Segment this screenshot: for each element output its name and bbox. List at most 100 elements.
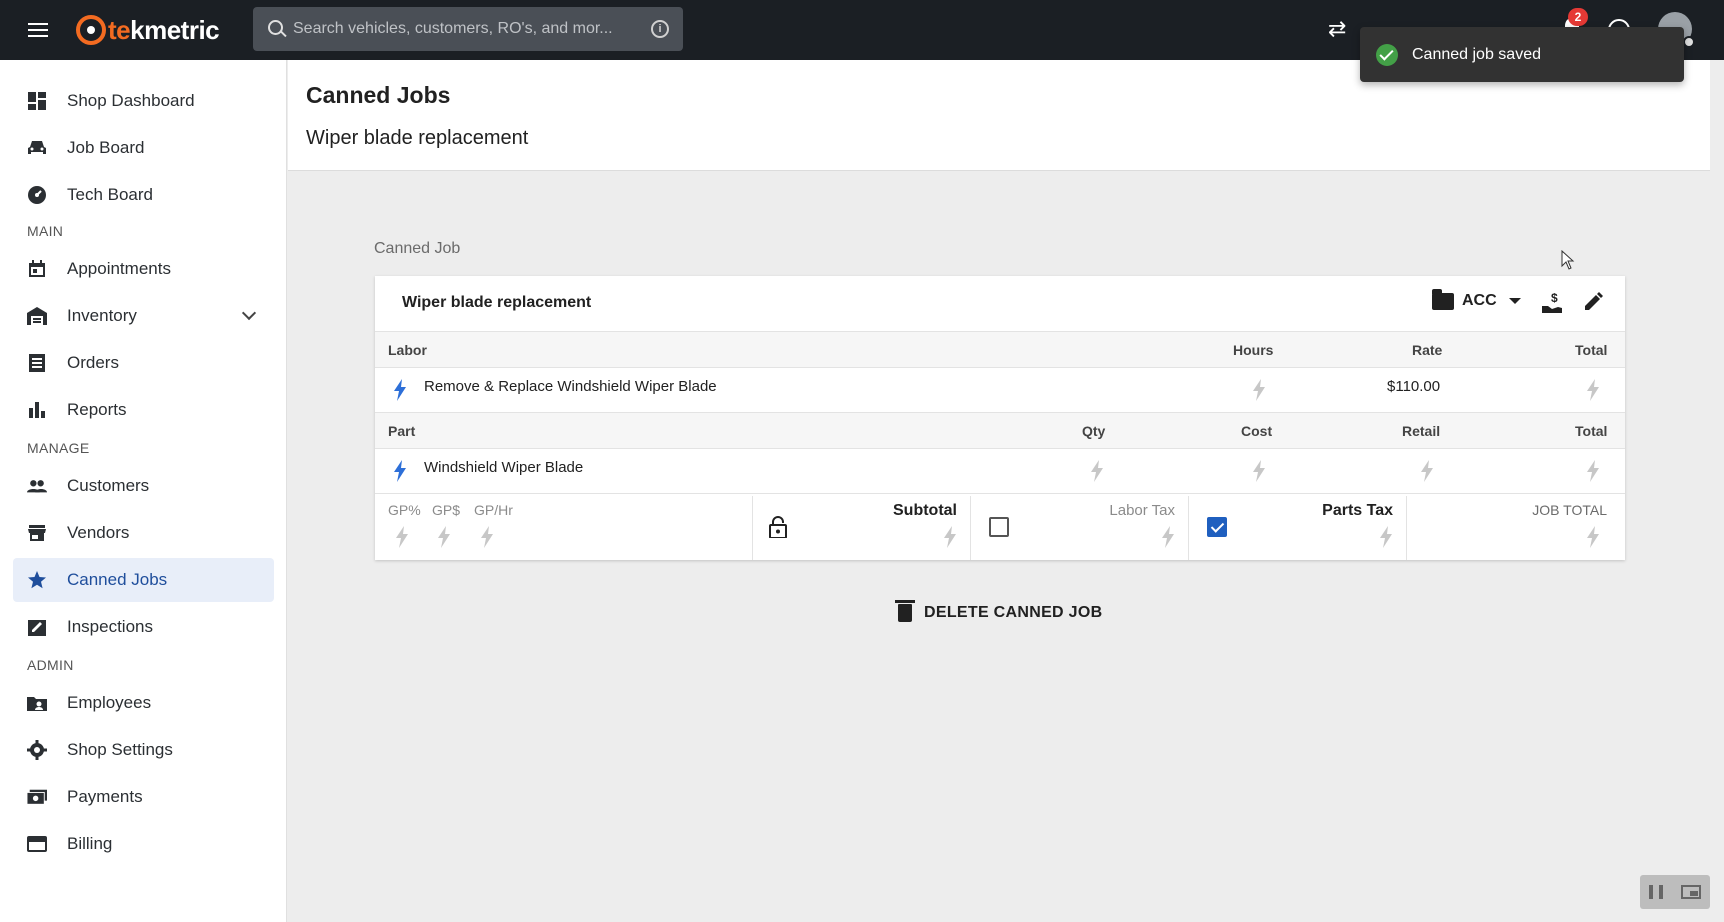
cost-column-header: Cost bbox=[1241, 423, 1273, 439]
star-icon bbox=[27, 570, 47, 590]
qty-lightning-icon bbox=[1090, 460, 1104, 482]
sidebar-item-label: Customers bbox=[67, 476, 150, 495]
sidebar-item-label: Inspections bbox=[67, 617, 153, 636]
retail-column-header: Retail bbox=[1402, 423, 1441, 439]
sidebar: Shop Dashboard Job Board Tech Board MAIN… bbox=[0, 60, 287, 922]
pricing-icon[interactable]: $ bbox=[1542, 291, 1562, 319]
sidebar-item-reports[interactable]: Reports bbox=[13, 388, 274, 432]
sidebar-item-orders[interactable]: Orders bbox=[13, 341, 274, 385]
info-icon[interactable]: i bbox=[651, 20, 669, 38]
page-subtitle: Wiper blade replacement bbox=[306, 127, 529, 149]
gp-hour-lightning-icon bbox=[480, 526, 494, 548]
section-label-manage: MANAGE bbox=[27, 440, 90, 456]
hours-column-header: Hours bbox=[1233, 342, 1274, 358]
sidebar-item-appointments[interactable]: Appointments bbox=[13, 247, 274, 291]
category-dropdown[interactable]: ACC bbox=[1432, 288, 1521, 310]
trash-icon bbox=[895, 600, 915, 622]
picture-in-picture-icon[interactable] bbox=[1681, 885, 1701, 899]
check-circle-icon bbox=[1376, 43, 1398, 66]
labor-tax-label: Labor Tax bbox=[1109, 502, 1175, 519]
labor-tax-checkbox[interactable] bbox=[989, 517, 1009, 537]
sidebar-item-shop-dashboard[interactable]: Shop Dashboard bbox=[13, 79, 274, 123]
pause-icon[interactable] bbox=[1649, 885, 1663, 899]
labor-header-row: Labor Hours Rate Total bbox=[375, 332, 1625, 368]
parts-tax-checkbox[interactable] bbox=[1207, 517, 1227, 537]
section-label-admin: ADMIN bbox=[27, 657, 74, 673]
labor-rate: $110.00 bbox=[1387, 378, 1441, 395]
part-row[interactable]: Windshield Wiper Blade bbox=[375, 449, 1625, 494]
labor-row[interactable]: Remove & Replace Windshield Wiper Blade … bbox=[375, 368, 1625, 413]
totals-row: GP% GP$ GP/Hr Subtotal Labor Tax Parts T… bbox=[375, 496, 1625, 560]
sidebar-item-label: Canned Jobs bbox=[67, 570, 168, 589]
tekmetric-logo[interactable]: tekmetric bbox=[76, 12, 220, 48]
labor-column-header: Labor bbox=[388, 342, 427, 358]
sidebar-item-label: Shop Dashboard bbox=[67, 91, 195, 110]
search-bar: i bbox=[253, 7, 683, 51]
gp-percent-lightning-icon bbox=[395, 526, 409, 548]
part-header-row: Part Qty Cost Retail Total bbox=[375, 413, 1625, 449]
delete-canned-job-button[interactable]: DELETE CANNED JOB bbox=[895, 600, 1102, 622]
sidebar-item-payments[interactable]: Payments bbox=[13, 775, 274, 819]
menu-icon[interactable] bbox=[24, 19, 52, 41]
labor-total-lightning-icon bbox=[1586, 379, 1600, 401]
bar-chart-icon bbox=[27, 400, 47, 420]
part-total-column-header: Total bbox=[1575, 423, 1608, 439]
sidebar-item-label: Inventory bbox=[67, 306, 137, 325]
job-total-cell: JOB TOTAL bbox=[1407, 496, 1625, 560]
logo-gear-icon bbox=[76, 15, 106, 45]
page-title: Canned Jobs bbox=[306, 82, 451, 108]
sidebar-item-tech-board[interactable]: Tech Board bbox=[13, 173, 274, 217]
edit-icon[interactable] bbox=[1585, 292, 1603, 315]
search-icon bbox=[253, 7, 293, 51]
rate-column-header: Rate bbox=[1412, 342, 1443, 358]
hours-lightning-icon bbox=[1252, 379, 1266, 401]
sidebar-item-inspections[interactable]: Inspections bbox=[13, 605, 274, 649]
canned-job-card: Wiper blade replacement ACC $ Labor Hour… bbox=[375, 276, 1625, 560]
part-total-lightning-icon bbox=[1586, 460, 1600, 482]
notification-badge: 2 bbox=[1568, 8, 1588, 26]
lightning-icon bbox=[393, 379, 407, 401]
gross-profit-cell: GP% GP$ GP/Hr bbox=[375, 496, 753, 560]
sidebar-item-label: Payments bbox=[67, 787, 143, 806]
retail-lightning-icon bbox=[1420, 460, 1434, 482]
sidebar-item-label: Appointments bbox=[67, 259, 171, 278]
screen-recorder-widget bbox=[1640, 875, 1710, 909]
sidebar-item-label: Billing bbox=[67, 834, 113, 853]
toast-message: Canned job saved bbox=[1412, 45, 1541, 63]
sidebar-item-canned-jobs[interactable]: Canned Jobs bbox=[13, 558, 274, 602]
sidebar-item-employees[interactable]: Employees bbox=[13, 681, 274, 725]
sidebar-item-customers[interactable]: Customers bbox=[13, 464, 274, 508]
card-header: Wiper blade replacement ACC $ bbox=[375, 276, 1625, 332]
dropdown-caret-icon bbox=[1508, 298, 1521, 304]
svg-text:$: $ bbox=[1551, 292, 1558, 305]
gear-icon bbox=[27, 740, 47, 760]
mouse-cursor-icon bbox=[1561, 250, 1575, 270]
sidebar-item-billing[interactable]: Billing bbox=[13, 822, 274, 866]
chevron-down-icon[interactable] bbox=[241, 305, 257, 321]
card-section-label: Canned Job bbox=[374, 240, 461, 257]
sidebar-item-shop-settings[interactable]: Shop Settings bbox=[13, 728, 274, 772]
part-name: Windshield Wiper Blade bbox=[424, 459, 584, 476]
sidebar-item-inventory[interactable]: Inventory bbox=[13, 294, 274, 338]
list-icon bbox=[27, 353, 47, 373]
gp-percent-label: GP% bbox=[388, 502, 421, 518]
gp-hour-label: GP/Hr bbox=[474, 502, 513, 518]
search-input[interactable] bbox=[293, 20, 637, 38]
cost-lightning-icon bbox=[1252, 460, 1266, 482]
sidebar-item-vendors[interactable]: Vendors bbox=[13, 511, 274, 555]
warehouse-icon bbox=[27, 306, 47, 326]
payments-icon bbox=[27, 787, 47, 807]
subtotal-label: Subtotal bbox=[893, 502, 957, 519]
switch-shop-icon[interactable]: ⇄ bbox=[1328, 16, 1346, 42]
labor-total-column-header: Total bbox=[1575, 342, 1608, 358]
sidebar-item-job-board[interactable]: Job Board bbox=[13, 126, 274, 170]
section-label-main: MAIN bbox=[27, 223, 64, 239]
employee-folder-icon bbox=[27, 693, 47, 713]
subtotal-lightning-icon bbox=[943, 526, 957, 548]
job-total-label: JOB TOTAL bbox=[1532, 502, 1607, 518]
job-total-lightning-icon bbox=[1586, 526, 1600, 548]
status-dot bbox=[1683, 36, 1695, 48]
lock-icon[interactable] bbox=[769, 516, 787, 539]
sidebar-item-label: Shop Settings bbox=[67, 740, 173, 759]
gp-dollar-label: GP$ bbox=[432, 502, 461, 518]
